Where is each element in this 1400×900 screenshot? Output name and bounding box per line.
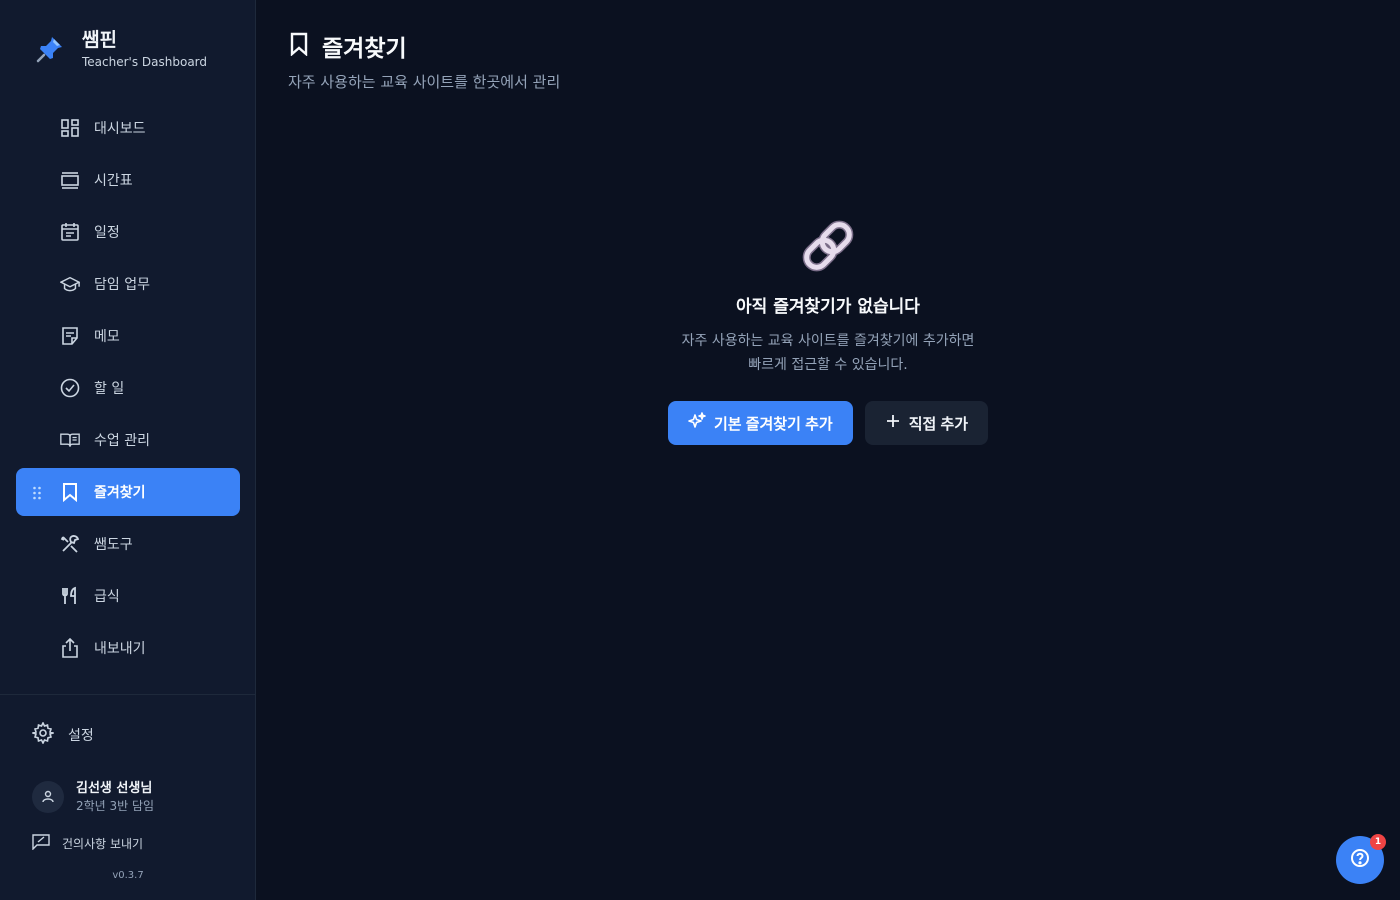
- sidebar-item-label: 할 일: [94, 381, 125, 397]
- timetable-icon: [60, 170, 80, 190]
- sidebar-item-dashboard[interactable]: 대시보드: [16, 104, 240, 152]
- sidebar-item-label: 즐겨찾기: [94, 485, 146, 501]
- share-icon: [60, 638, 80, 658]
- feedback-icon: [32, 834, 50, 853]
- empty-state-description: 자주 사용하는 교육 사이트를 즐겨찾기에 추가하면 빠르게 접근할 수 있습니…: [256, 329, 1400, 377]
- sidebar: 쌤핀 Teacher's Dashboard 대시보드 시간표 일정 담임 업무…: [0, 0, 256, 900]
- drag-handle-icon[interactable]: [32, 485, 42, 500]
- sidebar-item-memo[interactable]: 메모: [16, 312, 240, 360]
- brand-title: 쌤핀: [82, 29, 117, 51]
- sidebar-item-schedule[interactable]: 일정: [16, 208, 240, 256]
- pushpin-icon: [32, 31, 68, 67]
- sidebar-item-class-management[interactable]: 수업 관리: [16, 416, 240, 464]
- settings-button[interactable]: 설정: [30, 721, 94, 748]
- sidebar-divider: [0, 694, 256, 695]
- brand[interactable]: 쌤핀 Teacher's Dashboard: [32, 28, 207, 70]
- settings-label: 설정: [68, 728, 94, 744]
- book-open-icon: [60, 430, 80, 450]
- tools-icon: [60, 534, 80, 554]
- empty-state-title: 아직 즐겨찾기가 없습니다: [736, 297, 920, 317]
- page-header: 즐겨찾기 자주 사용하는 교육 사이트를 한곳에서 관리: [288, 32, 560, 92]
- sidebar-item-bookmarks[interactable]: 즐겨찾기: [16, 468, 240, 516]
- bookmark-icon: [288, 32, 310, 65]
- profile-name: 김선생 선생님: [76, 781, 153, 796]
- feedback-label: 건의사항 보내기: [62, 837, 144, 851]
- calendar-icon: [60, 222, 80, 242]
- sidebar-item-todo[interactable]: 할 일: [16, 364, 240, 412]
- sidebar-nav: 대시보드 시간표 일정 담임 업무 메모 할 일 수업 관리 즐겨찾기 쌤도구 …: [16, 104, 240, 676]
- help-button[interactable]: 1: [1336, 834, 1386, 884]
- graduation-cap-icon: [60, 274, 80, 294]
- sidebar-item-label: 일정: [94, 225, 120, 241]
- brand-subtitle: Teacher's Dashboard: [82, 55, 208, 69]
- sidebar-item-timetable[interactable]: 시간표: [16, 156, 240, 204]
- page-subtitle: 자주 사용하는 교육 사이트를 한곳에서 관리: [288, 73, 561, 91]
- sidebar-item-label: 담임 업무: [94, 277, 150, 293]
- button-label: 직접 추가: [908, 415, 969, 433]
- memo-icon: [60, 326, 80, 346]
- gear-icon: [30, 721, 56, 748]
- notification-badge: 1: [1370, 834, 1386, 850]
- sidebar-item-label: 내보내기: [94, 641, 146, 657]
- sidebar-item-label: 시간표: [94, 173, 133, 189]
- sidebar-item-export[interactable]: 내보내기: [16, 624, 240, 672]
- sidebar-item-tools[interactable]: 쌤도구: [16, 520, 240, 568]
- page-title: 즐겨찾기: [288, 32, 560, 65]
- sidebar-item-label: 메모: [94, 329, 120, 345]
- sidebar-item-label: 급식: [94, 589, 120, 605]
- sidebar-item-label: 수업 관리: [94, 433, 150, 449]
- help-icon: [1350, 848, 1370, 872]
- sidebar-item-label: 쌤도구: [94, 537, 133, 553]
- user-icon: [41, 788, 55, 807]
- button-label: 기본 즐겨찾기 추가: [713, 415, 833, 433]
- plus-icon: [885, 413, 901, 433]
- empty-state-desc-line: 자주 사용하는 교육 사이트를 즐겨찾기에 추가하면: [681, 333, 975, 349]
- page-title-text: 즐겨찾기: [322, 35, 407, 62]
- main-content: 즐겨찾기 자주 사용하는 교육 사이트를 한곳에서 관리 아직 즐겨찾기가 없습…: [256, 0, 1400, 900]
- sidebar-item-homeroom[interactable]: 담임 업무: [16, 260, 240, 308]
- sidebar-item-label: 대시보드: [94, 121, 146, 137]
- utensils-icon: [60, 586, 80, 606]
- avatar: [32, 781, 64, 813]
- app-version: v0.3.7: [112, 870, 144, 881]
- sidebar-item-meals[interactable]: 급식: [16, 572, 240, 620]
- check-circle-icon: [60, 378, 80, 398]
- empty-state-desc-line: 빠르게 접근할 수 있습니다.: [748, 357, 908, 373]
- link-chain-icon: [796, 214, 860, 278]
- profile-role: 2학년 3반 담임: [76, 799, 155, 813]
- sparkles-icon: [688, 412, 706, 434]
- user-profile[interactable]: 김선생 선생님 2학년 3반 담임: [32, 780, 154, 814]
- add-default-bookmarks-button[interactable]: 기본 즐겨찾기 추가: [667, 401, 853, 445]
- bookmark-icon: [60, 482, 80, 502]
- feedback-button[interactable]: 건의사항 보내기: [32, 834, 143, 853]
- add-custom-bookmark-button[interactable]: 직접 추가: [864, 401, 989, 445]
- empty-state-actions: 기본 즐겨찾기 추가 직접 추가: [256, 401, 1400, 445]
- empty-state: 아직 즐겨찾기가 없습니다 자주 사용하는 교육 사이트를 즐겨찾기에 추가하면…: [256, 214, 1400, 445]
- dashboard-grid-icon: [60, 118, 80, 138]
